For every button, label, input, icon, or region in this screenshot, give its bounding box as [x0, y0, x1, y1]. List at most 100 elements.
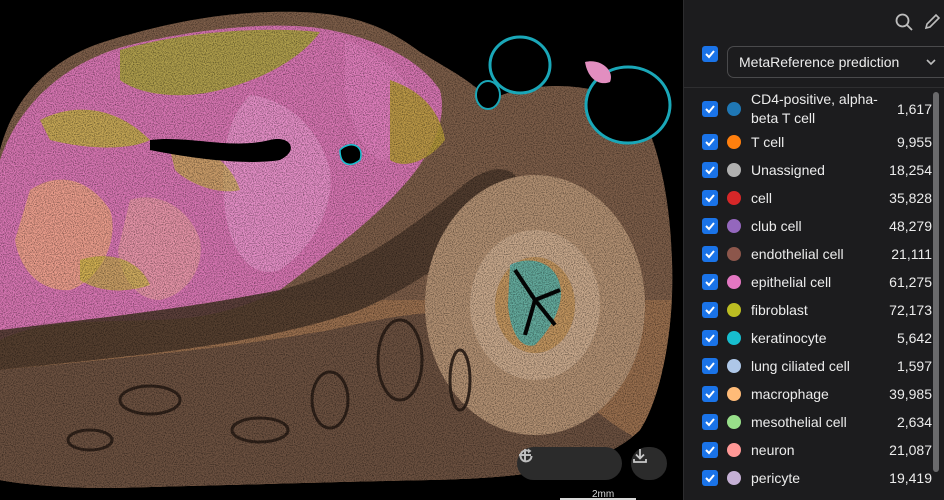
color-swatch [727, 102, 741, 116]
legend-count: 18,254 [889, 162, 932, 178]
legend-checkbox[interactable] [702, 274, 718, 290]
legend-checkbox[interactable] [702, 162, 718, 178]
legend-count: 21,087 [889, 442, 932, 458]
checkmark-icon [705, 250, 715, 259]
legend-count: 9,955 [896, 134, 932, 150]
checkmark-icon [705, 222, 715, 231]
legend-label: pericyte [751, 469, 801, 486]
download-button[interactable] [631, 447, 667, 480]
legend-checkbox[interactable] [702, 101, 718, 117]
color-swatch [727, 443, 741, 457]
color-swatch [727, 275, 741, 289]
legend-checkbox[interactable] [702, 470, 718, 486]
legend-count: 1,617 [896, 101, 932, 117]
legend-label: fibroblast [751, 301, 808, 318]
legend-label: Unassigned [751, 161, 825, 178]
legend-label: lung ciliated cell [751, 357, 850, 374]
checkmark-icon [705, 278, 715, 287]
legend-checkbox[interactable] [702, 218, 718, 234]
pencil-icon [924, 13, 941, 30]
color-swatch [727, 163, 741, 177]
legend-checkbox[interactable] [702, 386, 718, 402]
checkmark-icon [705, 418, 715, 427]
legend-checkbox[interactable] [702, 302, 718, 318]
color-swatch [727, 303, 741, 317]
download-icon [633, 449, 647, 463]
color-swatch [727, 359, 741, 373]
checkmark-icon [705, 474, 715, 483]
color-swatch [727, 191, 741, 205]
legend-item[interactable]: mesothelial cell 2,634 [684, 408, 932, 436]
legend-checkbox[interactable] [702, 134, 718, 150]
legend-count: 1,597 [896, 358, 932, 374]
group-checkbox[interactable] [702, 46, 718, 62]
legend-sidebar: MetaReference prediction CD4-positive, a… [683, 0, 944, 500]
checkmark-icon [705, 50, 715, 59]
legend-label: CD4-positive, alpha-beta T cell [751, 91, 878, 126]
checkmark-icon [705, 105, 715, 114]
legend-label: macrophage [751, 385, 829, 402]
legend-item[interactable]: club cell 48,279 [684, 212, 932, 240]
legend-count: 39,985 [889, 386, 932, 402]
legend-item[interactable]: cell 35,828 [684, 184, 932, 212]
checkmark-icon [705, 362, 715, 371]
legend-item[interactable]: epithelial cell 61,275 [684, 268, 932, 296]
reset-view-button[interactable] [519, 448, 614, 477]
tissue-map [0, 11, 673, 488]
divider [684, 87, 944, 88]
legend-item[interactable]: pericyte 19,419 [684, 464, 932, 492]
legend-item[interactable]: lung ciliated cell 1,597 [684, 352, 932, 380]
checkmark-icon [705, 166, 715, 175]
legend-count: 19,419 [889, 470, 932, 486]
zoom-in-button[interactable] [519, 449, 583, 477]
legend-count: 21,111 [891, 246, 932, 262]
legend-label: neuron [751, 441, 795, 458]
annotation-dropdown[interactable]: MetaReference prediction [727, 46, 944, 78]
legend-item[interactable]: fibroblast 72,173 [684, 296, 932, 324]
group-toggle-row [702, 46, 718, 62]
legend-item[interactable]: Unassigned 18,254 [684, 156, 932, 184]
legend-label: club cell [751, 217, 802, 234]
legend-label: mesothelial cell [751, 413, 847, 430]
checkmark-icon [705, 390, 715, 399]
color-swatch [727, 247, 741, 261]
legend-scrollbar[interactable] [933, 92, 939, 472]
legend-label: endothelial cell [751, 245, 844, 262]
legend-count: 35,828 [889, 190, 932, 206]
color-swatch [727, 135, 741, 149]
checkmark-icon [705, 194, 715, 203]
tissue-section [0, 11, 673, 488]
legend-item[interactable]: CD4-positive, alpha-beta T cell 1,617 [684, 90, 932, 128]
legend-checkbox[interactable] [702, 442, 718, 458]
legend-checkbox[interactable] [702, 358, 718, 374]
legend-item[interactable]: T cell 9,955 [684, 128, 932, 156]
color-swatch [727, 471, 741, 485]
dropdown-value: MetaReference prediction [739, 54, 900, 70]
legend-item[interactable]: neuron 21,087 [684, 436, 932, 464]
legend-count: 72,173 [889, 302, 932, 318]
legend-item[interactable]: keratinocyte 5,642 [684, 324, 932, 352]
legend-checkbox[interactable] [702, 414, 718, 430]
checkmark-icon [705, 138, 715, 147]
search-icon [895, 13, 913, 31]
legend-label: epithelial cell [751, 273, 832, 290]
legend-checkbox[interactable] [702, 246, 718, 262]
legend-label: cell [751, 189, 773, 206]
legend-item[interactable]: endothelial cell 21,111 [684, 240, 932, 268]
legend-count: 48,279 [889, 218, 932, 234]
legend-checkbox[interactable] [702, 330, 718, 346]
legend-count: 61,275 [889, 274, 932, 290]
color-swatch [727, 331, 741, 345]
edit-button[interactable] [920, 10, 944, 34]
search-button[interactable] [892, 10, 916, 34]
map-controls [517, 447, 622, 480]
legend-count: 2,634 [896, 414, 932, 430]
checkmark-icon [705, 446, 715, 455]
refresh-icon [519, 448, 533, 463]
legend-label: keratinocyte [751, 329, 827, 346]
legend-item[interactable]: macrophage 39,985 [684, 380, 932, 408]
tissue-map-viewer[interactable]: 2mm [0, 0, 683, 500]
legend-checkbox[interactable] [702, 190, 718, 206]
legend-count: 5,642 [896, 330, 932, 346]
color-swatch [727, 387, 741, 401]
